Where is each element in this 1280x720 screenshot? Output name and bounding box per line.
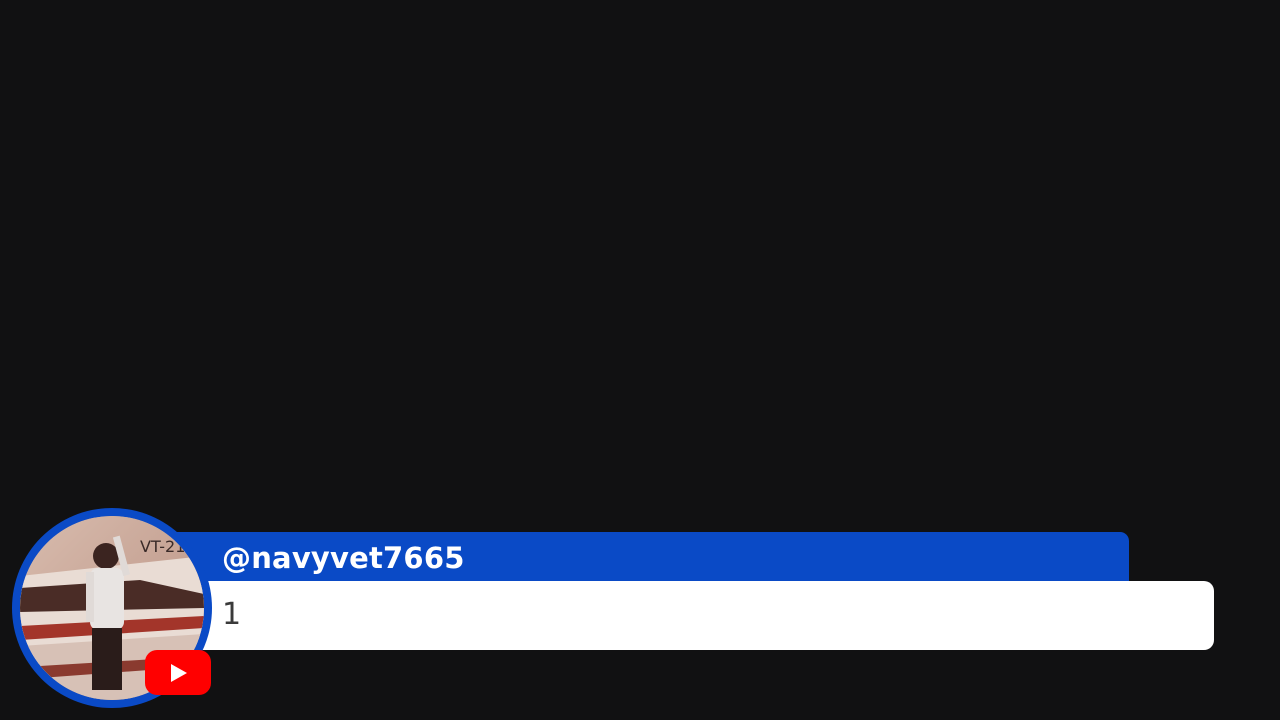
svg-text:VT-21: VT-21 [140, 537, 185, 556]
stream-overlay: @navyvet7665 1 VT-21 [0, 0, 1280, 720]
comment-message-text: 1 [222, 597, 242, 632]
username-label: @navyvet7665 [222, 541, 465, 575]
youtube-play-icon [145, 650, 211, 695]
comment-message-box: 1 [110, 581, 1214, 650]
username-banner: @navyvet7665 [110, 532, 1129, 584]
play-triangle-icon [171, 663, 187, 682]
